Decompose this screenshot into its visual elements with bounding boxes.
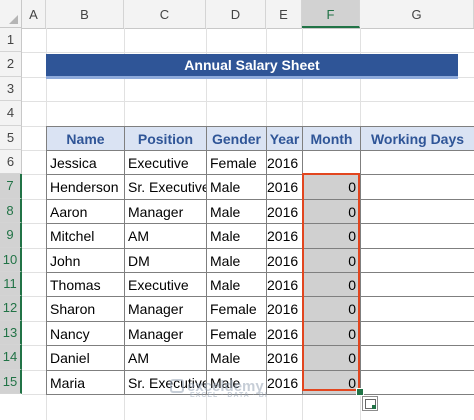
row-header-14[interactable]: 14 (0, 345, 22, 370)
table-cell-days[interactable] (360, 150, 474, 176)
table-cell-name[interactable]: John (46, 247, 125, 273)
spreadsheet-grid: ABCDEFG 1 2 3 4 5 6 7 8 9 10 11 12 13 14 15 Annual Sal… (0, 0, 474, 420)
table-cell-month[interactable] (302, 150, 361, 176)
row-header-11[interactable]: 11 (0, 272, 22, 297)
table-cell-name[interactable]: Henderson (46, 174, 125, 200)
column-header-d[interactable]: D (206, 0, 266, 28)
table-cell-month[interactable]: 0 (302, 272, 361, 298)
table-cell-position[interactable]: AM (124, 223, 207, 249)
table-header-position[interactable]: Position (124, 125, 207, 151)
table-cell-name[interactable]: Thomas (46, 272, 125, 298)
table-cell-days[interactable] (360, 223, 474, 249)
table-cell-gender[interactable]: Female (206, 150, 267, 176)
table-cell-year[interactable]: 2016 (266, 174, 303, 200)
table-cell-position[interactable]: Executive (124, 150, 207, 176)
row-header-15[interactable]: 15 (0, 369, 22, 394)
column-header-b[interactable]: B (46, 0, 124, 28)
table-cell-gender[interactable]: Female (206, 320, 267, 347)
table-cell-days[interactable] (360, 320, 474, 347)
table-cell-year[interactable]: 2016 (266, 369, 303, 395)
column-header-f[interactable]: F (302, 0, 360, 28)
table-cell-year[interactable]: 2016 (266, 320, 303, 347)
row-header-9[interactable]: 9 (0, 223, 22, 248)
column-header-a[interactable]: A (22, 0, 46, 28)
row-header-1[interactable]: 1 (0, 28, 22, 53)
sheet-title-banner[interactable]: Annual Salary Sheet (46, 54, 458, 79)
table-cell-days[interactable] (360, 198, 474, 225)
table-cell-year[interactable]: 2016 (266, 223, 303, 249)
table-cell-position[interactable]: Executive (124, 272, 207, 298)
table-cell-gender[interactable]: Male (206, 247, 267, 273)
table-cell-name[interactable]: Sharon (46, 296, 125, 322)
column-header-e[interactable]: E (266, 0, 302, 28)
table-cell-month[interactable]: 0 (302, 345, 361, 371)
table-cell-year[interactable]: 2016 (266, 247, 303, 273)
table-cell-position[interactable]: Sr. Executive (124, 174, 207, 200)
table-cell-name[interactable]: Daniel (46, 345, 125, 371)
table-cell-gender[interactable]: Male (206, 198, 267, 225)
select-all-triangle-icon (9, 15, 18, 24)
table-cell-gender[interactable]: Male (206, 174, 267, 200)
table-cell-year[interactable]: 2016 (266, 150, 303, 176)
column-header-c[interactable]: C (124, 0, 206, 28)
table-cell-month[interactable]: 0 (302, 174, 361, 200)
table-cell-month[interactable]: 0 (302, 247, 361, 273)
row-header-12[interactable]: 12 (0, 296, 22, 321)
table-header-month[interactable]: Month (302, 125, 361, 151)
table-cell-year[interactable]: 2016 (266, 296, 303, 322)
table-cell-name[interactable]: Aaron (46, 198, 125, 225)
table-cell-name[interactable]: Maria (46, 369, 125, 395)
table-cell-month[interactable]: 0 (302, 223, 361, 249)
table-cell-position[interactable]: AM (124, 345, 207, 371)
table-cell-name[interactable]: Jessica (46, 150, 125, 176)
table-cell-year[interactable]: 2016 (266, 272, 303, 298)
exceldemy-logo-icon (170, 379, 184, 393)
row-header-13[interactable]: 13 (0, 320, 22, 346)
row-header-6[interactable]: 6 (0, 150, 22, 175)
row-header-10[interactable]: 10 (0, 247, 22, 272)
table-cell-month[interactable]: 0 (302, 320, 361, 347)
fill-handle[interactable] (356, 388, 364, 396)
table-cell-gender[interactable]: Male (206, 223, 267, 249)
row-header-4[interactable]: 4 (0, 101, 22, 126)
row-header-2[interactable]: 2 (0, 52, 22, 77)
table-header-name[interactable]: Name (46, 125, 125, 151)
table-cell-gender[interactable]: Female (206, 296, 267, 322)
row-header-3[interactable]: 3 (0, 76, 22, 102)
watermark: exceldemy EXCEL · DATA · BI (170, 378, 268, 399)
row-header-7[interactable]: 7 (0, 174, 22, 199)
table-cell-name[interactable]: Nancy (46, 320, 125, 347)
table-cell-days[interactable] (360, 296, 474, 322)
row-header-8[interactable]: 8 (0, 198, 22, 224)
table-header-gender[interactable]: Gender (206, 125, 267, 151)
watermark-tagline: EXCEL · DATA · BI (190, 392, 268, 399)
table-cell-days[interactable] (360, 345, 474, 371)
table-cell-position[interactable]: Manager (124, 296, 207, 322)
table-header-days[interactable]: Working Days (360, 125, 474, 151)
table-cell-position[interactable]: DM (124, 247, 207, 273)
select-all-corner[interactable] (0, 0, 22, 28)
table-cell-days[interactable] (360, 272, 474, 298)
table-cell-gender[interactable]: Male (206, 345, 267, 371)
table-cell-gender[interactable]: Male (206, 272, 267, 298)
quick-analysis-spark-icon (372, 405, 376, 409)
gridline (22, 101, 474, 103)
table-cell-month[interactable]: 0 (302, 198, 361, 225)
table-cell-year[interactable]: 2016 (266, 345, 303, 371)
table-header-year[interactable]: Year (266, 125, 303, 151)
row-header-5[interactable]: 5 (0, 125, 22, 150)
table-cell-month[interactable]: 0 (302, 296, 361, 322)
table-cell-year[interactable]: 2016 (266, 198, 303, 225)
table-cell-days[interactable] (360, 174, 474, 200)
table-cell-position[interactable]: Manager (124, 320, 207, 347)
table-cell-month[interactable]: 0 (302, 369, 361, 395)
column-header-g[interactable]: G (360, 0, 474, 28)
quick-analysis-button[interactable] (362, 396, 378, 411)
table-cell-days[interactable] (360, 247, 474, 273)
table-cell-name[interactable]: Mitchel (46, 223, 125, 249)
table-cell-position[interactable]: Manager (124, 198, 207, 225)
table-cell-days[interactable] (360, 369, 474, 395)
